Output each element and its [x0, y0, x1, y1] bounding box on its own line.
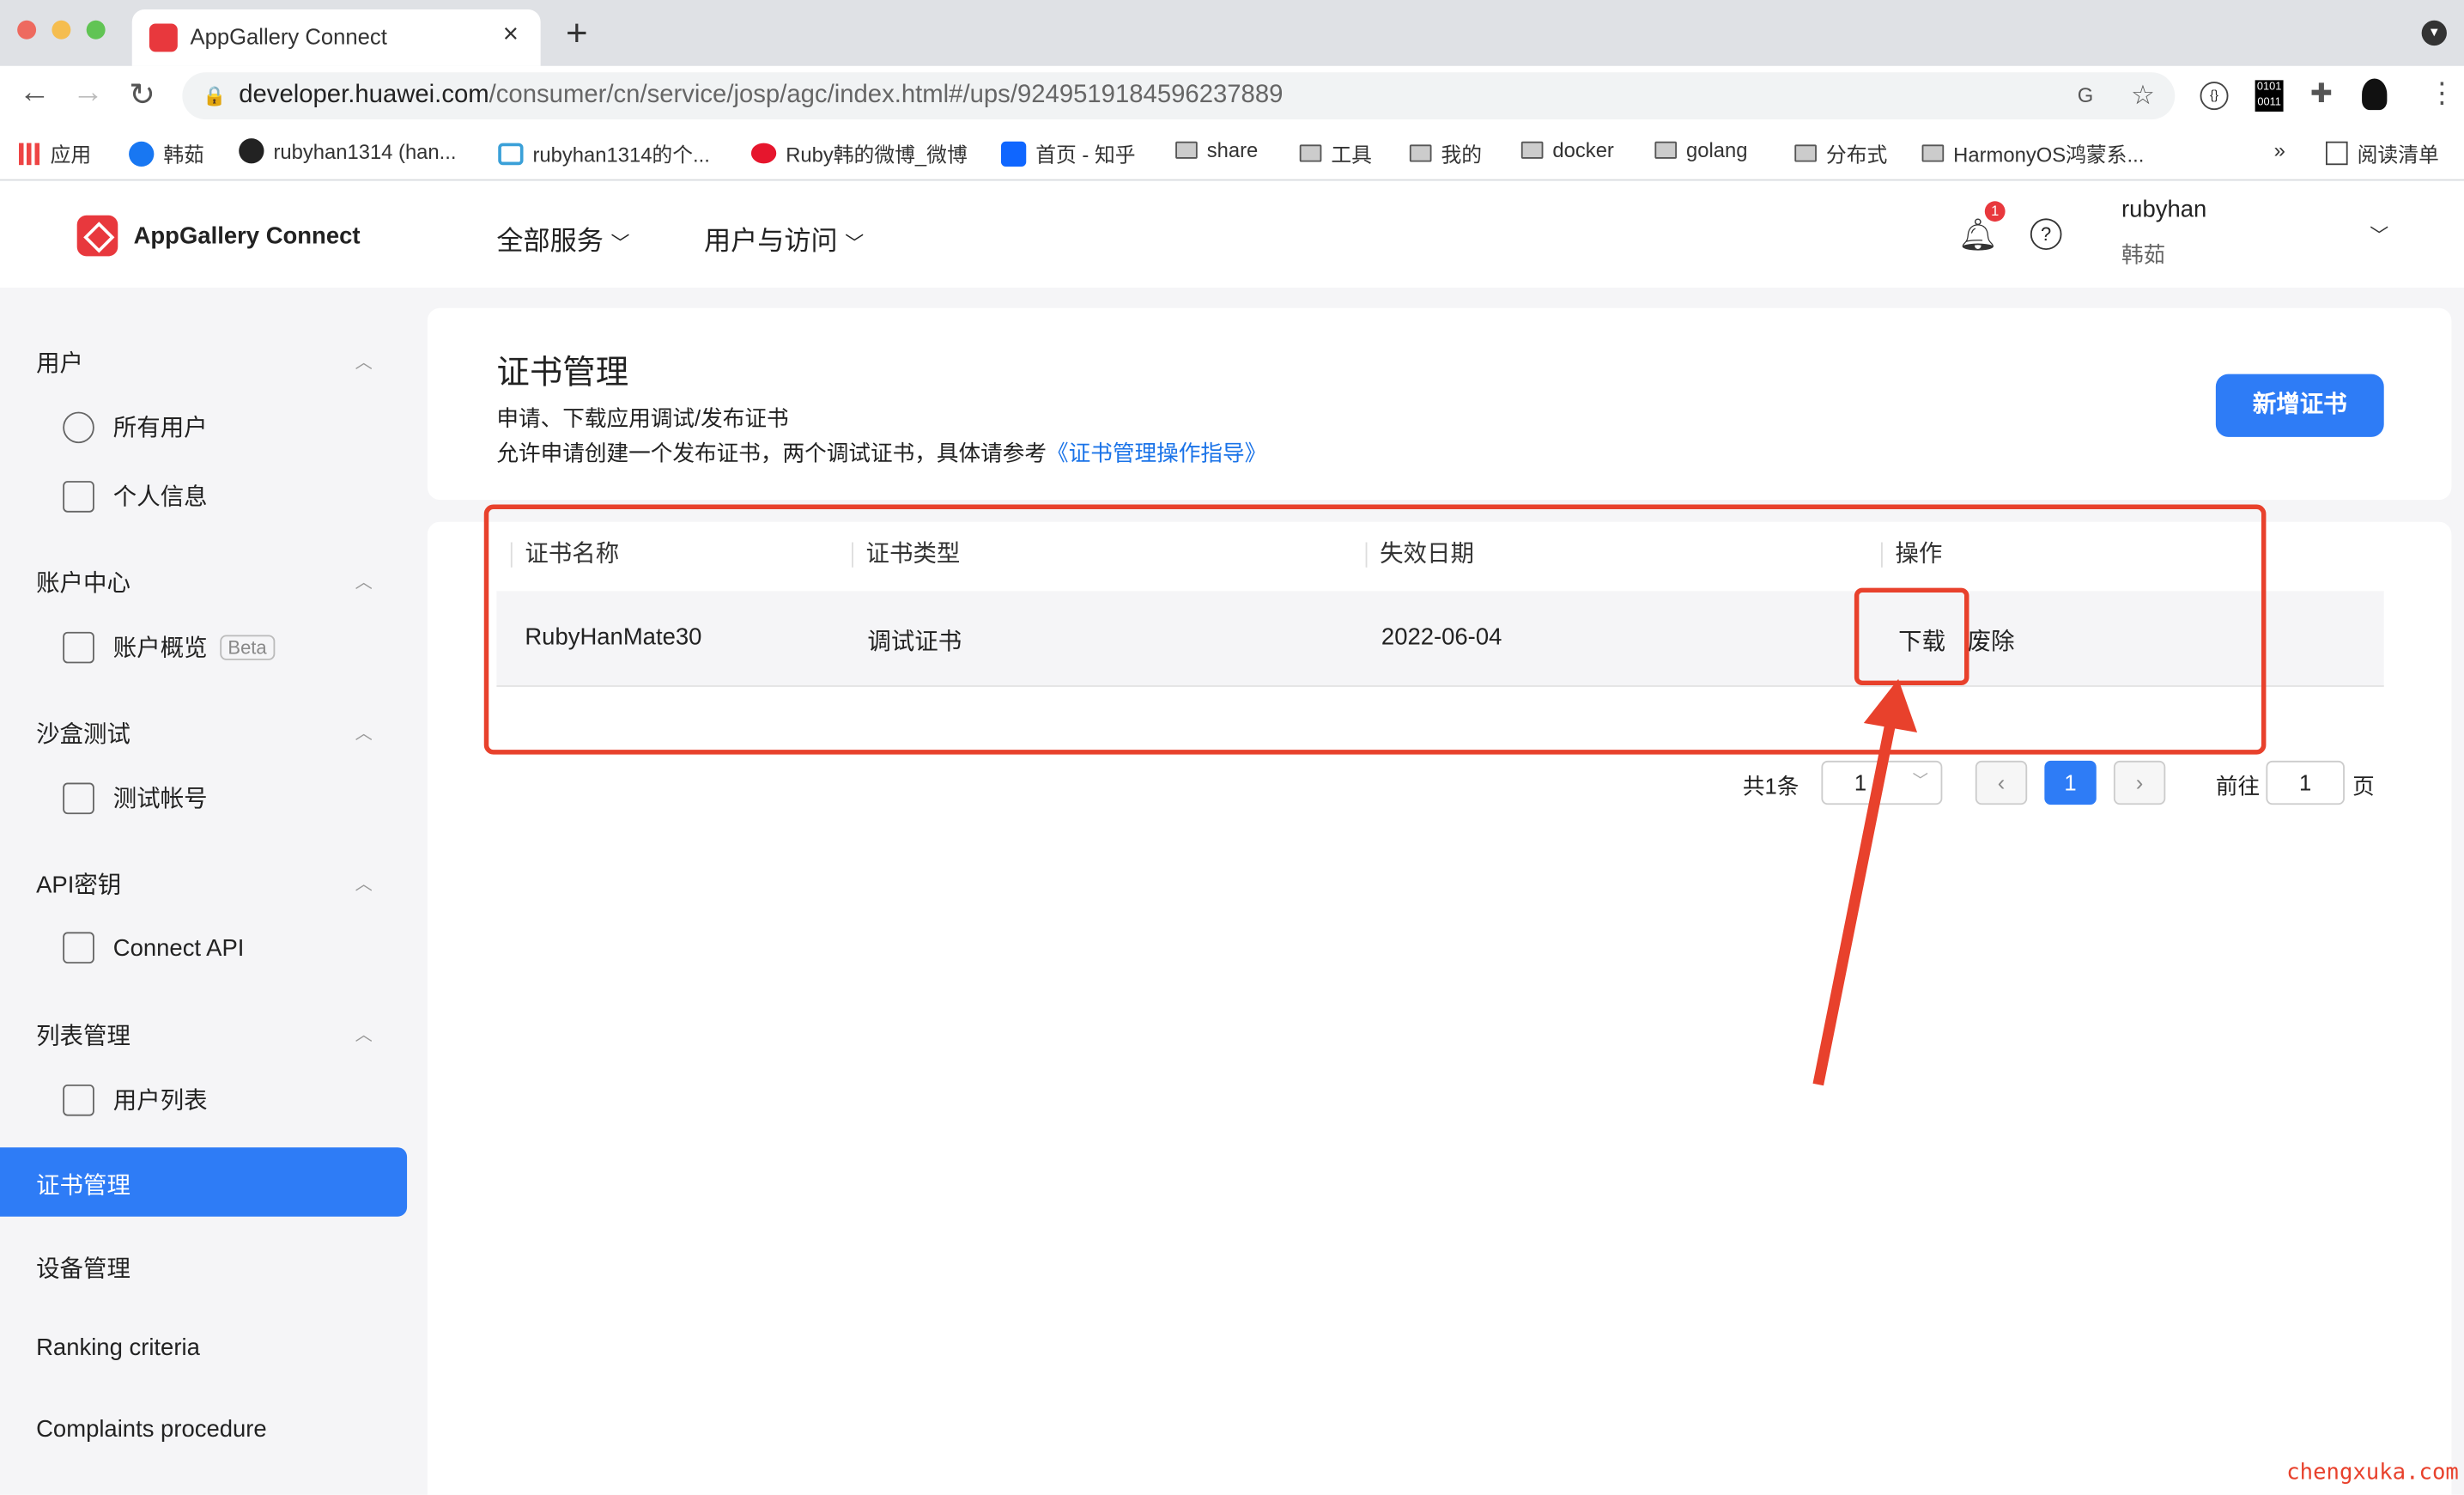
- arrow-shaft: [1812, 721, 1897, 1086]
- watermark: chengxuka.com: [2286, 1460, 2459, 1486]
- annotation-arrow: [1812, 678, 1918, 1086]
- arrow-head: [1863, 678, 1918, 732]
